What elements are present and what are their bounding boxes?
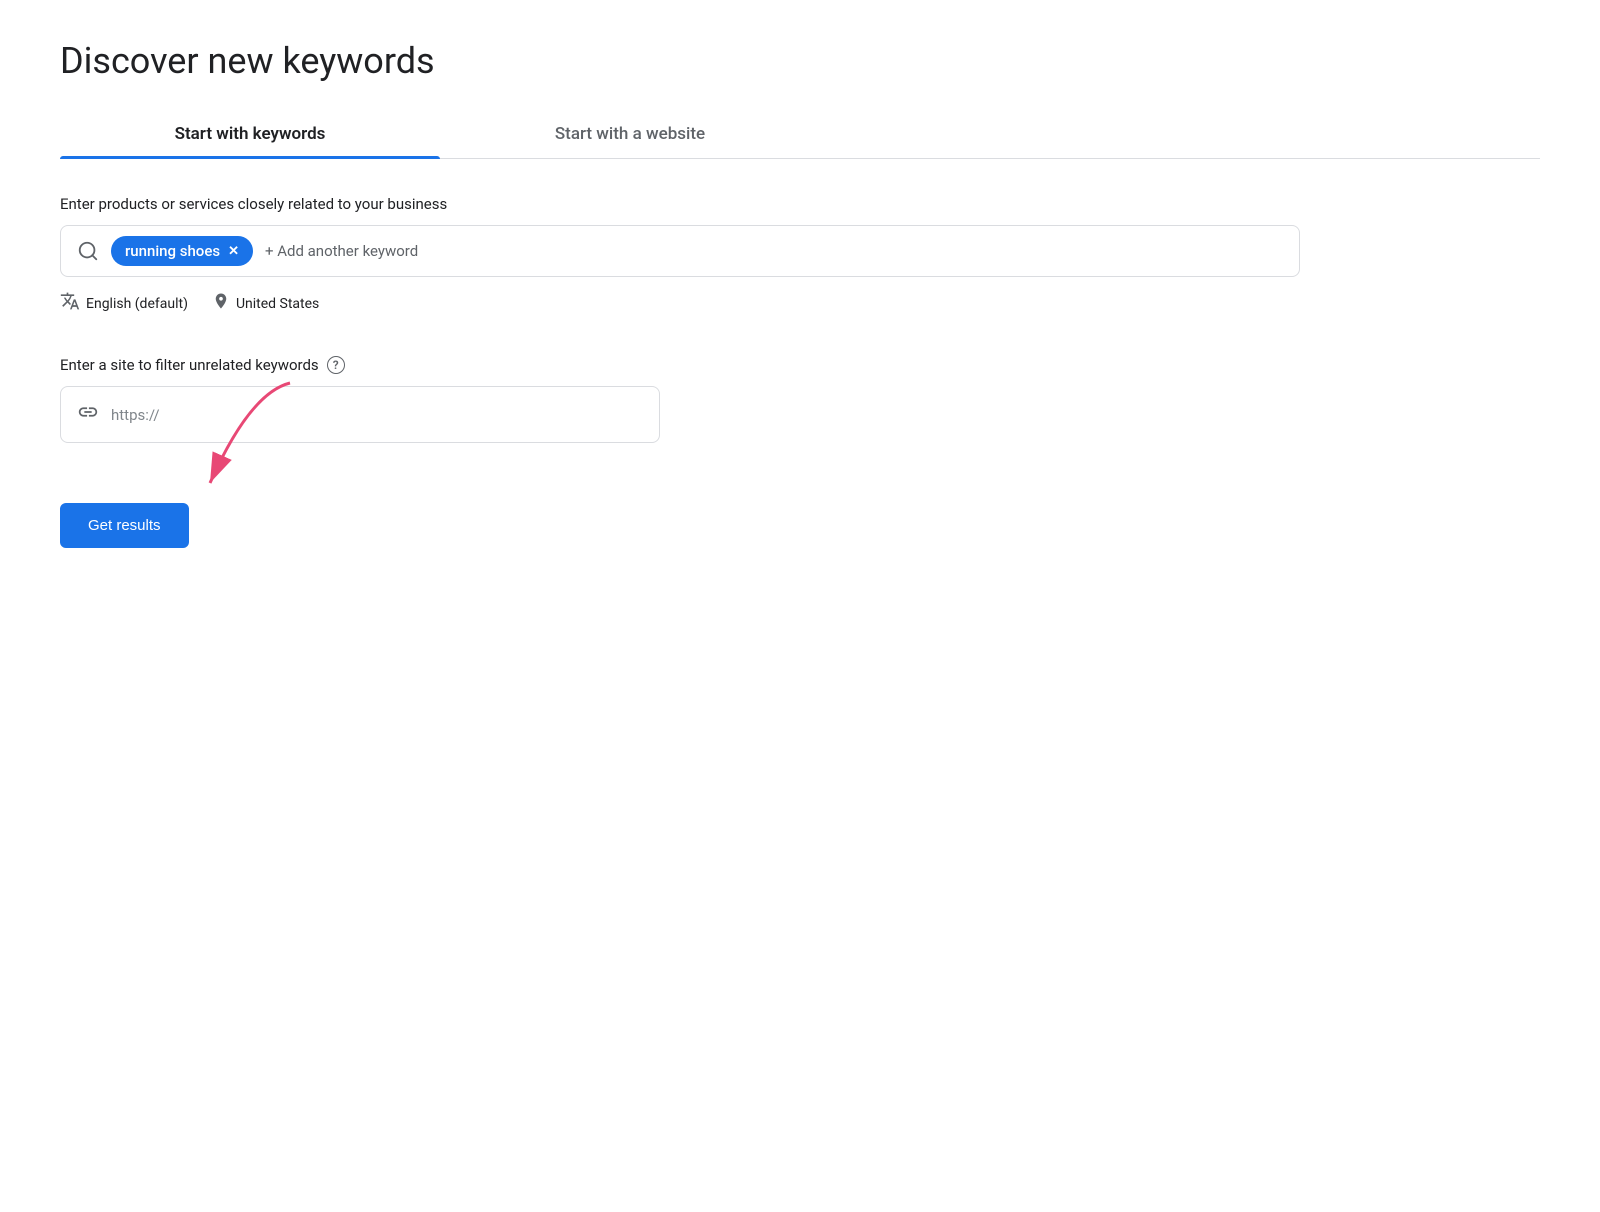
translate-icon — [60, 291, 80, 316]
location-icon — [212, 292, 230, 315]
page-title: Discover new keywords — [60, 40, 1540, 82]
tab-keywords[interactable]: Start with keywords — [60, 110, 440, 158]
link-icon — [77, 401, 99, 428]
get-results-container: Get results — [60, 503, 189, 548]
location-label: United States — [236, 296, 319, 312]
language-selector[interactable]: English (default) — [60, 291, 188, 316]
tab-keywords-label: Start with keywords — [175, 124, 326, 144]
tabs-container: Start with keywords Start with a website — [60, 110, 1540, 159]
search-icon — [77, 240, 99, 262]
location-selector[interactable]: United States — [212, 292, 319, 315]
keyword-chip-label: running shoes — [125, 242, 220, 260]
help-icon[interactable]: ? — [327, 356, 345, 374]
keyword-chip-close-button[interactable]: ✕ — [228, 245, 239, 258]
locale-row: English (default) United States — [60, 291, 1540, 316]
keyword-section: Enter products or services closely relat… — [60, 195, 1540, 316]
filter-label-row: Enter a site to filter unrelated keyword… — [60, 356, 1540, 374]
keyword-section-label: Enter products or services closely relat… — [60, 195, 1540, 213]
filter-section: Enter a site to filter unrelated keyword… — [60, 356, 1540, 443]
add-keyword-placeholder[interactable]: + Add another keyword — [265, 242, 418, 260]
tab-website[interactable]: Start with a website — [440, 110, 820, 158]
filter-section-label: Enter a site to filter unrelated keyword… — [60, 356, 319, 374]
keyword-chip-running-shoes: running shoes ✕ — [111, 236, 253, 266]
keyword-input-area[interactable]: running shoes ✕ + Add another keyword — [60, 225, 1300, 277]
language-label: English (default) — [86, 296, 188, 312]
url-input-area[interactable]: https:// — [60, 386, 660, 443]
tab-website-label: Start with a website — [555, 124, 705, 144]
url-input-placeholder: https:// — [111, 406, 160, 424]
get-results-button[interactable]: Get results — [60, 503, 189, 548]
